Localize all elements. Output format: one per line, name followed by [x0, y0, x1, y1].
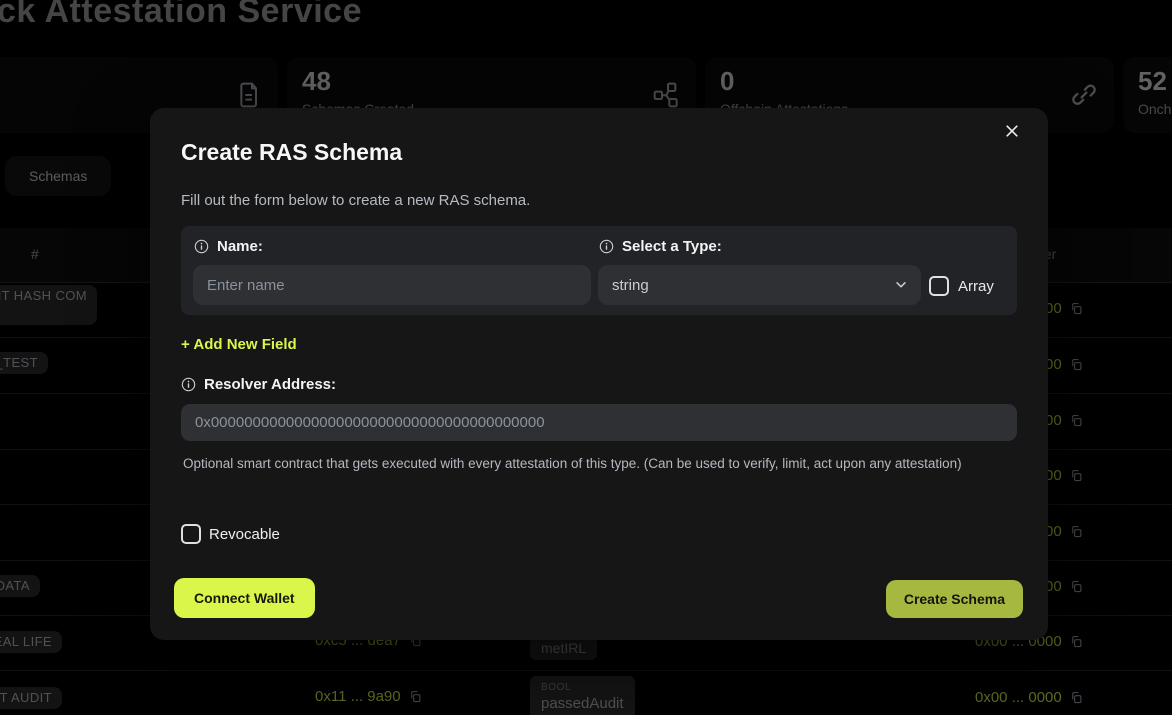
info-icon	[599, 239, 614, 254]
app-root: ck Attestation Service 48 Schemas Create…	[0, 0, 1172, 715]
connect-wallet-button[interactable]: Connect Wallet	[174, 578, 315, 618]
info-icon	[194, 239, 209, 254]
close-icon[interactable]	[1004, 123, 1020, 139]
resolver-label-text: Resolver Address:	[204, 376, 336, 393]
modal-title: Create RAS Schema	[181, 139, 402, 166]
info-icon	[181, 377, 196, 392]
resolver-help-text: Optional smart contract that gets execut…	[183, 454, 989, 474]
create-schema-button[interactable]: Create Schema	[886, 580, 1023, 618]
chevron-down-icon	[894, 278, 908, 292]
name-label-text: Name:	[217, 238, 263, 255]
name-label: Name:	[194, 238, 263, 255]
resolver-address-input[interactable]	[181, 404, 1017, 441]
type-label: Select a Type:	[599, 238, 722, 255]
add-new-field-link[interactable]: + Add New Field	[181, 336, 297, 353]
name-input[interactable]	[193, 265, 591, 305]
revocable-checkbox[interactable]	[181, 524, 201, 544]
modal-subtitle: Fill out the form below to create a new …	[181, 192, 530, 209]
array-checkbox[interactable]	[929, 276, 949, 296]
resolver-label: Resolver Address:	[181, 376, 336, 393]
create-schema-modal: Create RAS Schema Fill out the form belo…	[150, 108, 1048, 640]
array-label: Array	[958, 278, 994, 295]
field-row-panel: Name: Select a Type: string Array	[181, 226, 1017, 315]
revocable-label: Revocable	[209, 526, 280, 543]
type-select[interactable]: string	[598, 265, 921, 305]
type-select-value: string	[612, 277, 649, 294]
type-label-text: Select a Type:	[622, 238, 722, 255]
